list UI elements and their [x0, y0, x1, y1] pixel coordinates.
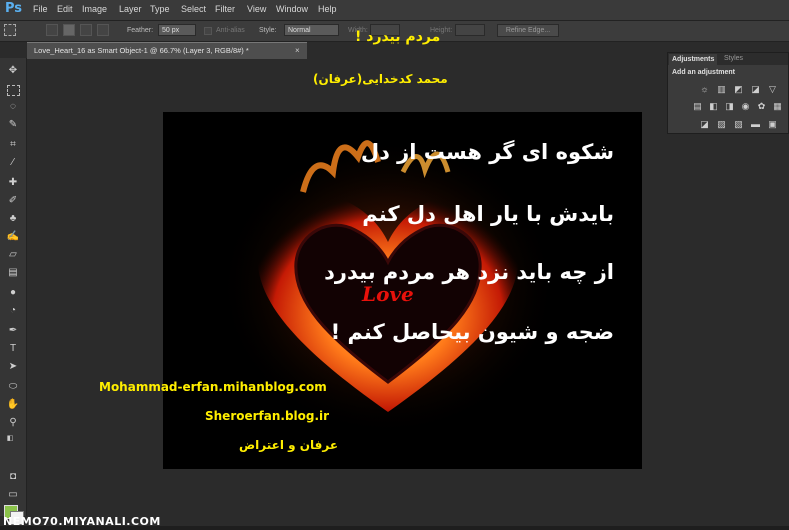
- poem-line-1: شکوه ای گر هست از دل: [360, 140, 614, 164]
- vibrance-icon[interactable]: ▽: [767, 84, 778, 94]
- menu-type[interactable]: Type: [150, 4, 170, 14]
- subtract-from-selection-icon[interactable]: [80, 24, 92, 36]
- brightness-icon[interactable]: ☼: [699, 84, 710, 94]
- style-select[interactable]: Normal: [284, 24, 339, 36]
- menu-help[interactable]: Help: [318, 4, 337, 14]
- lasso-tool-icon[interactable]: ◌: [5, 100, 21, 114]
- menu-bar: Ps File Edit Image Layer Type Select Fil…: [0, 0, 789, 21]
- feather-input[interactable]: 50 px: [158, 24, 196, 36]
- poem-line-3: از چه باید نزد هر مردم بیدرد: [324, 260, 614, 284]
- intersect-selection-icon[interactable]: [97, 24, 109, 36]
- exposure-icon[interactable]: ◪: [750, 84, 761, 94]
- dodge-tool-icon[interactable]: ◔: [5, 304, 21, 318]
- adjustments-tabbar: Adjustments Styles: [668, 53, 788, 65]
- eraser-tool-icon[interactable]: ▱: [5, 248, 21, 262]
- healing-brush-tool-icon[interactable]: ✚: [5, 176, 21, 190]
- menu-edit[interactable]: Edit: [57, 4, 73, 14]
- poem-line-4: ضجه و شیون بیحاصل کنم !: [330, 320, 614, 344]
- tab-styles[interactable]: Styles: [724, 55, 743, 62]
- adjustments-heading: Add an adjustment: [672, 69, 736, 76]
- document-tab[interactable]: Love_Heart_16 as Smart Object-1 @ 66.7% …: [27, 42, 307, 59]
- photoshop-logo-icon: Ps: [5, 1, 23, 16]
- hue-saturation-icon[interactable]: ▤: [692, 101, 703, 111]
- color-lookup-icon[interactable]: ▦: [772, 101, 783, 111]
- invert-icon[interactable]: ◪: [699, 119, 710, 129]
- eyedropper-tool-icon[interactable]: ⁄: [5, 156, 21, 170]
- blur-tool-icon[interactable]: ●: [5, 286, 21, 300]
- website-url-2: Sheroerfan.blog.ir: [205, 409, 330, 423]
- gradient-tool-icon[interactable]: ▤: [5, 266, 21, 280]
- antialias-checkbox[interactable]: [204, 27, 212, 35]
- screen-mode-icon[interactable]: ▭: [5, 488, 21, 502]
- default-colors-icon[interactable]: ◧: [2, 432, 18, 446]
- quick-mask-icon[interactable]: ◘: [5, 470, 21, 484]
- menu-filter[interactable]: Filter: [215, 4, 235, 14]
- overlay-title: مردم بیدرد !: [355, 29, 441, 45]
- heart-love-text: Love: [362, 282, 414, 306]
- shape-tool-icon[interactable]: ⬭: [5, 380, 21, 394]
- close-icon[interactable]: ×: [295, 46, 300, 55]
- path-selection-tool-icon[interactable]: ➤: [5, 360, 21, 374]
- curves-icon[interactable]: ◩: [733, 84, 744, 94]
- height-input[interactable]: [455, 24, 485, 36]
- add-to-selection-icon[interactable]: [63, 24, 75, 36]
- menu-view[interactable]: View: [247, 4, 266, 14]
- channel-mixer-icon[interactable]: ✿: [756, 101, 767, 111]
- status-bar: [0, 526, 789, 530]
- adjustments-panel: Adjustments Styles Add an adjustment ☼ ▥…: [667, 52, 789, 134]
- hand-tool-icon[interactable]: ✋: [5, 398, 21, 412]
- history-brush-tool-icon[interactable]: ✍: [5, 230, 21, 244]
- refine-edge-button[interactable]: Refine Edge...: [497, 24, 559, 37]
- move-tool-icon[interactable]: ✥: [5, 64, 21, 78]
- levels-icon[interactable]: ▥: [716, 84, 727, 94]
- new-selection-icon[interactable]: [46, 24, 58, 36]
- type-tool-icon[interactable]: T: [5, 342, 21, 356]
- marquee-tool-preset-icon[interactable]: [4, 24, 16, 36]
- photo-filter-icon[interactable]: ◉: [740, 101, 751, 111]
- menu-image[interactable]: Image: [82, 4, 107, 14]
- website-url-1: Mohammad-erfan.mihanblog.com: [99, 380, 327, 394]
- overlay-author: محمد کدخدایی(عرفان): [313, 72, 448, 86]
- quick-selection-tool-icon[interactable]: ✎: [5, 118, 21, 132]
- poem-line-2: بایدش با یار اهل دل کنم: [362, 202, 614, 226]
- antialias-label: Anti-alias: [216, 27, 245, 34]
- menu-layer[interactable]: Layer: [119, 4, 142, 14]
- posterize-icon[interactable]: ▨: [716, 119, 727, 129]
- marquee-tool-icon[interactable]: [7, 85, 20, 96]
- brush-tool-icon[interactable]: ✐: [5, 194, 21, 208]
- zoom-tool-icon[interactable]: ⚲: [5, 416, 21, 430]
- document-tab-title: Love_Heart_16 as Smart Object-1 @ 66.7% …: [34, 46, 249, 55]
- threshold-icon[interactable]: ▧: [733, 119, 744, 129]
- pen-tool-icon[interactable]: ✒: [5, 324, 21, 338]
- gradient-map-icon[interactable]: ▬: [750, 119, 761, 129]
- menu-file[interactable]: File: [33, 4, 48, 14]
- color-balance-icon[interactable]: ◧: [708, 101, 719, 111]
- clone-stamp-tool-icon[interactable]: ♣: [5, 212, 21, 226]
- menu-window[interactable]: Window: [276, 4, 308, 14]
- menu-select[interactable]: Select: [181, 4, 206, 14]
- crop-tool-icon[interactable]: ⌗: [5, 138, 21, 152]
- black-white-icon[interactable]: ◨: [724, 101, 735, 111]
- style-label: Style:: [259, 27, 277, 34]
- tools-panel: ✥ ◌ ✎ ⌗ ⁄ ✚ ✐ ♣ ✍ ▱ ▤ ● ◔ ✒ T ➤ ⬭ ✋ ⚲ ◧ …: [0, 58, 27, 525]
- feather-label: Feather:: [127, 27, 154, 34]
- canvas-signature: عرفان و اعتراض: [239, 438, 339, 452]
- selective-color-icon[interactable]: ▣: [767, 119, 778, 129]
- tab-adjustments[interactable]: Adjustments: [669, 54, 718, 65]
